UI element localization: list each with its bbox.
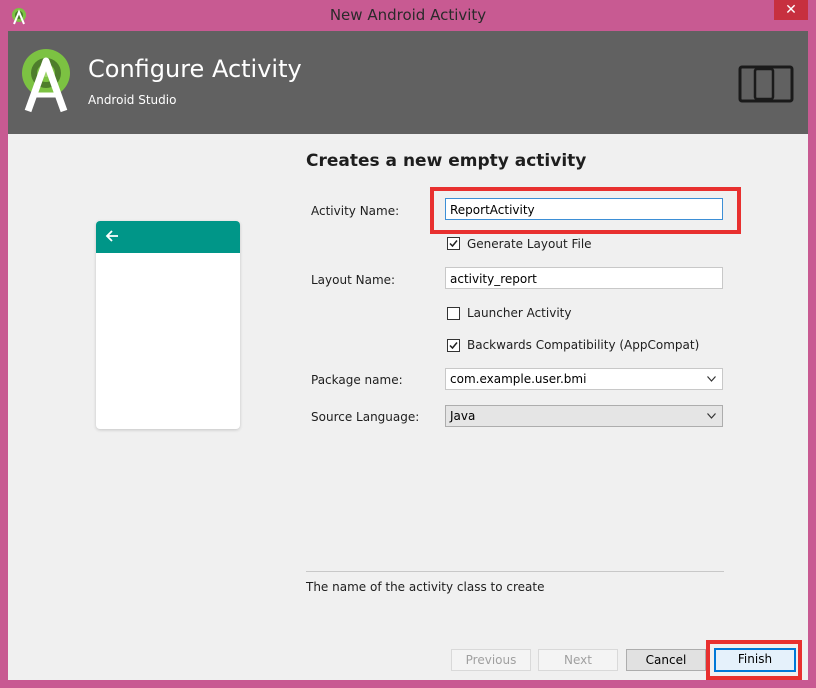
window-title: New Android Activity bbox=[329, 6, 487, 24]
arrow-left-icon bbox=[105, 230, 118, 242]
close-icon: ✕ bbox=[785, 2, 797, 18]
backwards-compatibility-checkbox[interactable] bbox=[447, 339, 460, 352]
chevron-down-icon[interactable] bbox=[707, 376, 716, 382]
package-name-value: com.example.user.bmi bbox=[450, 372, 587, 386]
dialog-content: Configure Activity Android Studio Create… bbox=[8, 31, 808, 680]
wizard-title: Configure Activity bbox=[88, 55, 302, 83]
wizard-header: Configure Activity Android Studio bbox=[8, 31, 808, 134]
layout-name-input[interactable]: activity_report bbox=[445, 267, 723, 289]
package-name-label: Package name: bbox=[311, 373, 403, 387]
checkmark-icon bbox=[449, 342, 458, 350]
close-button[interactable]: ✕ bbox=[774, 0, 808, 20]
tablet-phone-icon bbox=[738, 65, 794, 103]
next-button[interactable]: Next bbox=[538, 649, 618, 671]
source-language-dropdown[interactable]: Java bbox=[445, 405, 723, 427]
launcher-activity-label: Launcher Activity bbox=[467, 306, 572, 320]
package-name-combobox[interactable]: com.example.user.bmi bbox=[445, 368, 723, 390]
field-description: The name of the activity class to create bbox=[306, 580, 545, 594]
previous-button[interactable]: Previous bbox=[451, 649, 531, 671]
description-separator bbox=[306, 571, 724, 572]
launcher-activity-checkbox[interactable] bbox=[447, 307, 460, 320]
cancel-button[interactable]: Cancel bbox=[626, 649, 706, 671]
android-studio-icon bbox=[22, 49, 70, 113]
title-bar[interactable]: New Android Activity ✕ bbox=[0, 0, 816, 31]
activity-preview bbox=[96, 221, 240, 429]
checkmark-icon bbox=[449, 240, 458, 248]
backwards-compatibility-label: Backwards Compatibility (AppCompat) bbox=[467, 338, 700, 352]
activity-name-label: Activity Name: bbox=[311, 204, 400, 218]
generate-layout-label: Generate Layout File bbox=[467, 237, 592, 251]
layout-name-label: Layout Name: bbox=[311, 273, 396, 287]
generate-layout-checkbox[interactable] bbox=[447, 237, 460, 250]
wizard-subtitle: Android Studio bbox=[88, 93, 177, 107]
form-heading: Creates a new empty activity bbox=[306, 151, 587, 171]
activity-name-input[interactable]: ReportActivity bbox=[445, 198, 723, 220]
source-language-label: Source Language: bbox=[311, 410, 420, 424]
dialog-window: New Android Activity ✕ Configure Activit… bbox=[0, 0, 816, 688]
preview-toolbar bbox=[96, 221, 240, 253]
source-language-value: Java bbox=[450, 409, 476, 423]
finish-button[interactable]: Finish bbox=[714, 648, 796, 672]
chevron-down-icon[interactable] bbox=[707, 413, 716, 419]
